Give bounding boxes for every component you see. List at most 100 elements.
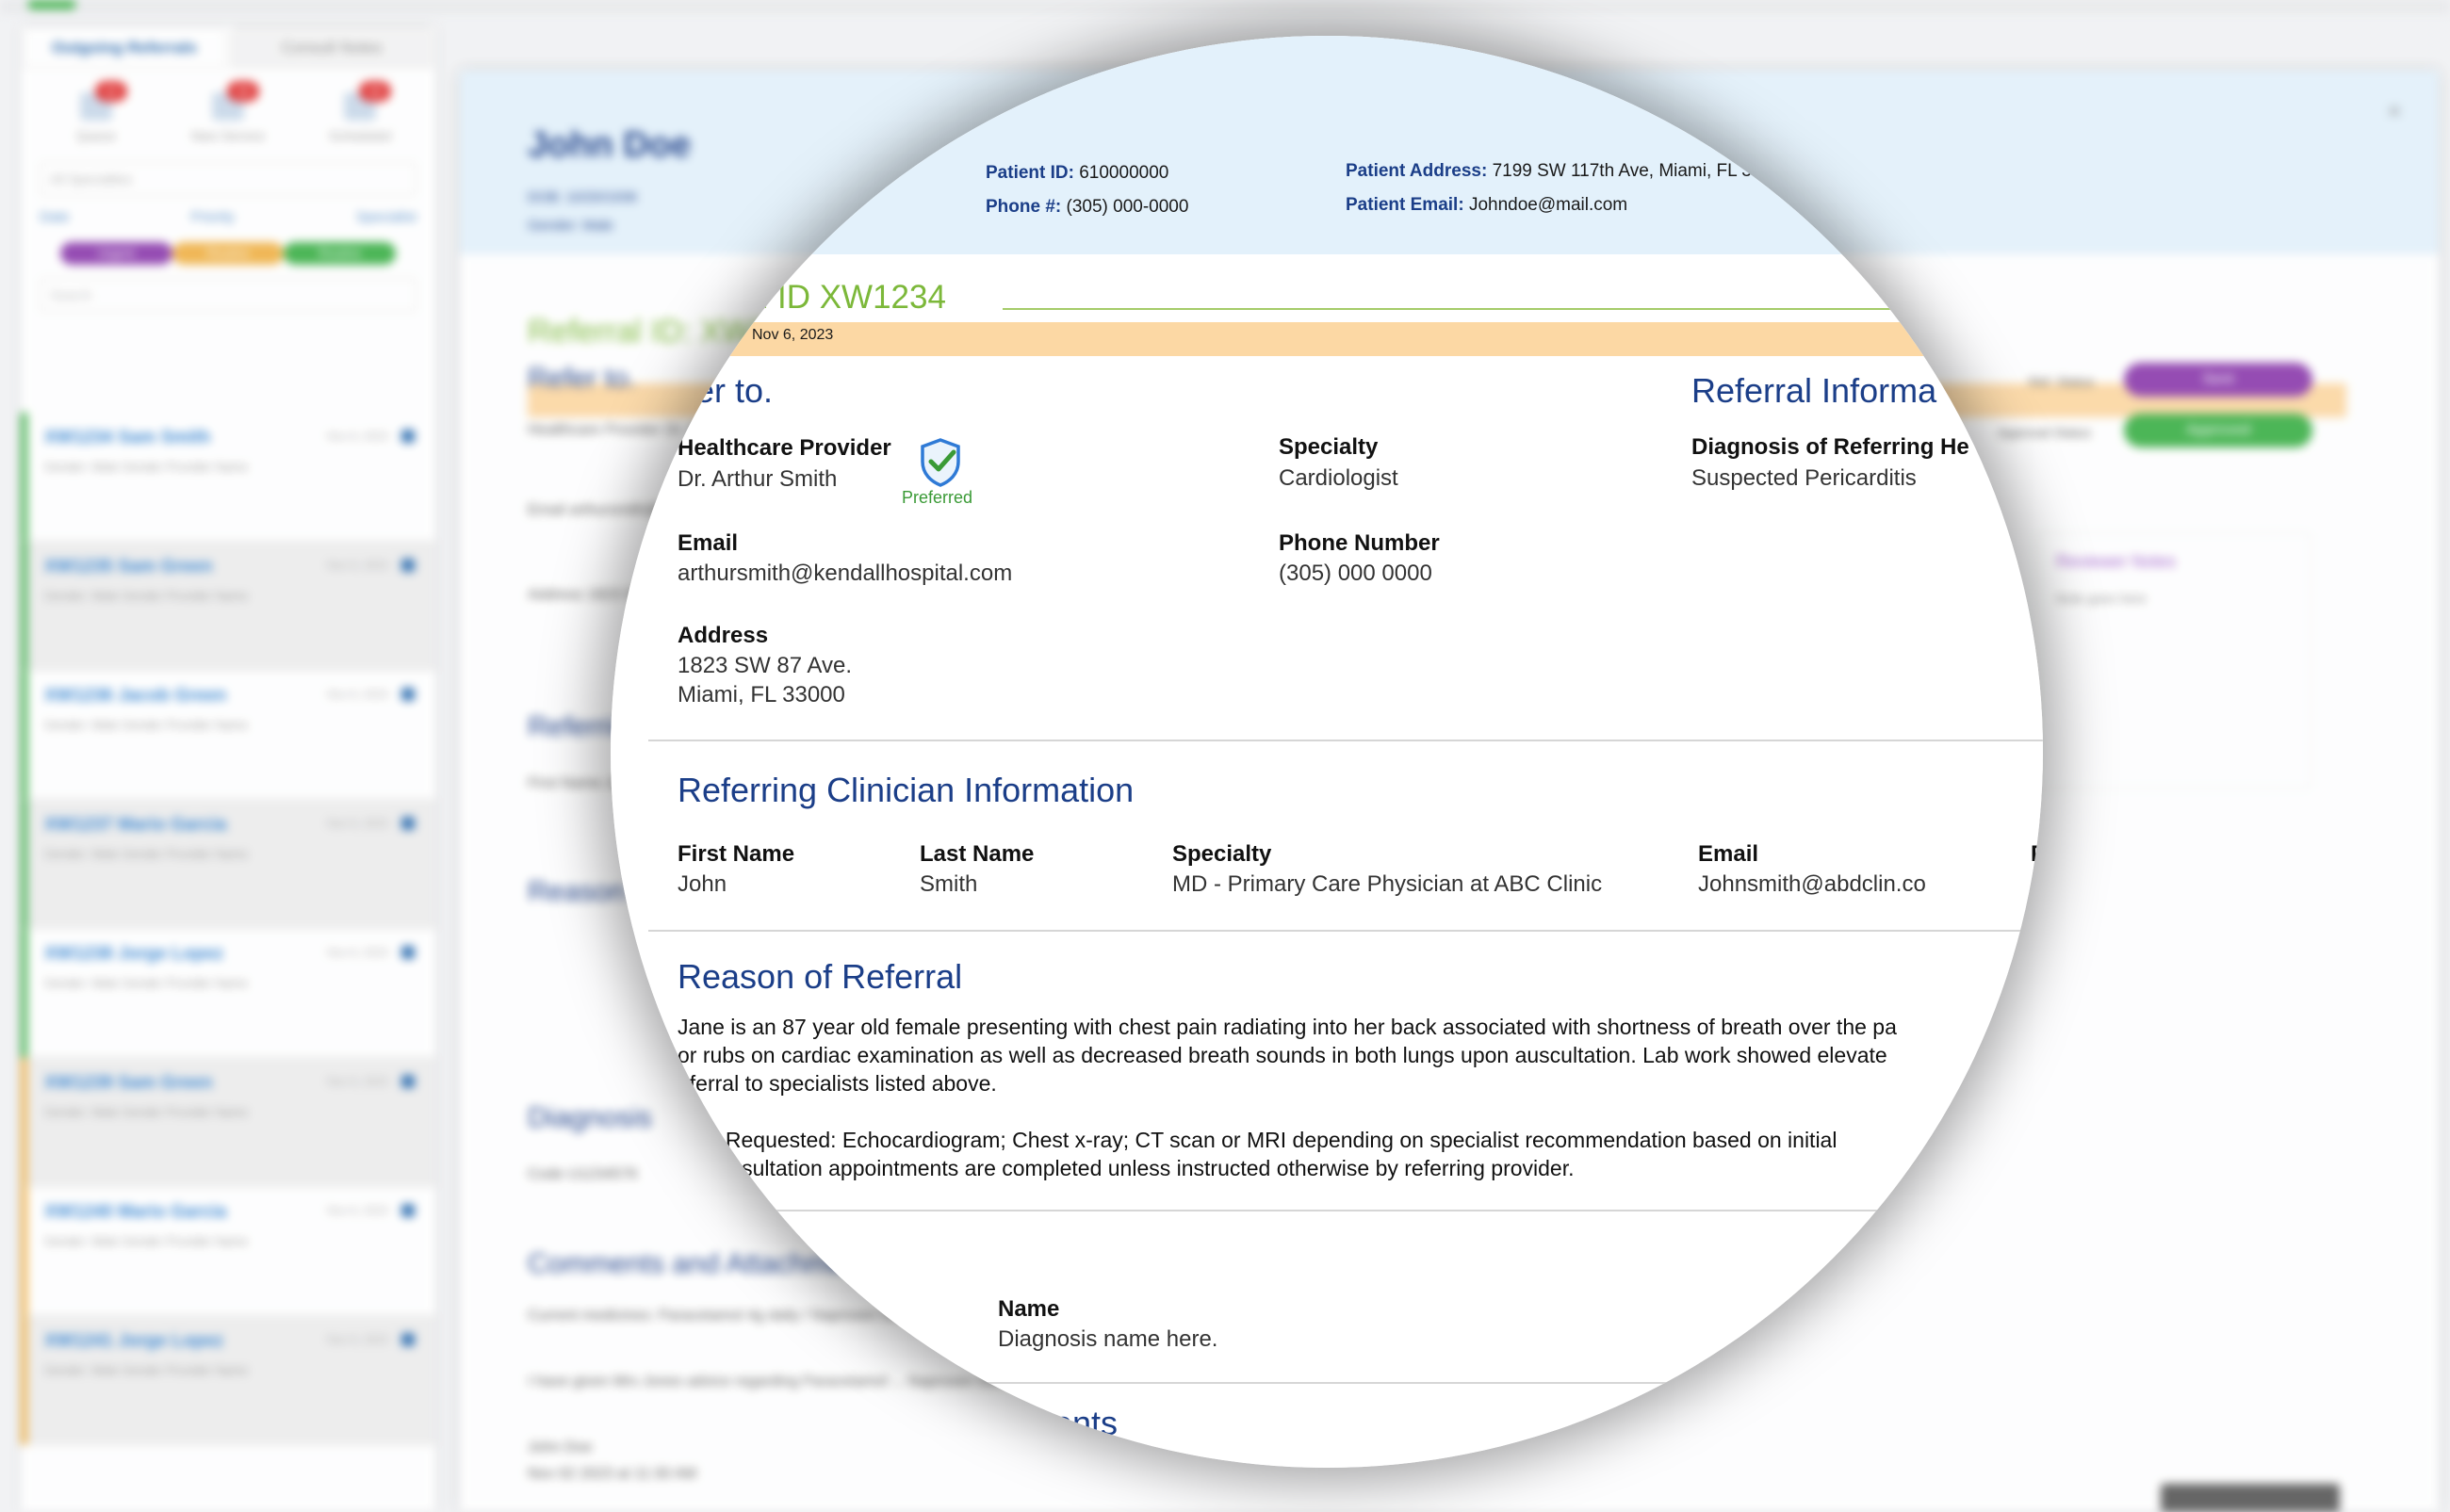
section-divider <box>648 1382 2043 1384</box>
pin-icon[interactable] <box>401 430 415 443</box>
diagnosis-of-referring-value: Suspected Pericarditis <box>1691 465 1917 491</box>
referral-list-item[interactable]: XW1239 Sam Green Gender: Male Gender Pro… <box>21 1058 435 1187</box>
top-strip <box>0 0 2450 13</box>
first-name-label: First Name <box>678 841 795 867</box>
referral-list-item[interactable]: XW1234 Sam Smith Gender: Male Gender Pro… <box>21 413 435 542</box>
refer-to-heading: efer to. <box>667 371 774 410</box>
referral-list-item[interactable]: XW1236 Jacob Green Gender: Male Gender P… <box>21 671 435 800</box>
first-name-value: John <box>678 871 727 897</box>
referral-list: XW1234 Sam Smith Gender: Male Gender Pro… <box>21 413 435 1445</box>
patient-id-label: Patient ID: <box>986 163 1074 183</box>
specialty-label: Specialty <box>1279 434 1379 460</box>
close-icon[interactable]: × <box>2388 99 2401 125</box>
chip-routine-green[interactable]: Routine <box>284 242 397 265</box>
patient-email-label: Patient Email: <box>1346 195 1464 215</box>
sort-filters: Date Priority Specialist <box>40 209 416 225</box>
reason-text-line: consultation appointments are completed … <box>707 1156 1575 1180</box>
reason-text-line: Jane is an 87 year old female presenting… <box>678 1015 1897 1039</box>
pin-icon[interactable] <box>401 946 415 959</box>
preferred-label: Preferred <box>902 488 973 507</box>
clinician-specialty-label: Specialty <box>1172 841 1272 867</box>
healthcare-provider-label: Healthcare Provider <box>678 435 891 461</box>
category-new-service[interactable]: 10 New Service <box>186 81 270 143</box>
referral-date: Nov 6, 2023 <box>327 688 388 701</box>
filter-priority[interactable]: Priority <box>190 209 235 225</box>
phone-label: Phone #: <box>986 197 1062 217</box>
patient-info-header <box>611 36 2043 254</box>
referral-date: Nov 6, 2023 <box>327 946 388 959</box>
clinician-heading: Referring Clinician Information <box>678 771 1135 809</box>
address-label: Address <box>678 623 769 648</box>
section-divider <box>648 930 2043 932</box>
chip-routine-orange[interactable]: Routine <box>172 242 285 265</box>
category-badge: 10 <box>227 81 259 102</box>
patient-address-value: 7199 SW 117th Ave, Miami, FL 33 <box>1492 161 1762 181</box>
referral-list-item[interactable]: XW1237 Mario Garcia Gender: Male Gender … <box>21 800 435 929</box>
clinician-phone-label: P <box>2031 841 2043 867</box>
sidebar-tabs: Outgoing Referrals Consult Notes <box>21 26 435 68</box>
pin-icon[interactable] <box>401 817 415 830</box>
preferred-shield-icon <box>921 438 960 487</box>
referral-date: Nov 6, 2023 <box>327 1204 388 1217</box>
pin-icon[interactable] <box>401 559 415 572</box>
address-line-2: Miami, FL 33000 <box>678 682 845 707</box>
blur-line: John Doe <box>528 1439 593 1455</box>
reviewer-notes-box: Reviewer Notes Note goes here <box>2036 532 2311 789</box>
referral-meta: Gender: Male Gender Provider Name <box>44 847 249 861</box>
tab-consult-notes[interactable]: Consult Notes <box>231 26 433 68</box>
bottom-action-button[interactable] <box>2161 1484 2340 1512</box>
filter-specialist[interactable]: Specialist <box>356 209 416 225</box>
approval-status-pill[interactable]: Approved <box>2124 414 2312 447</box>
clinician-email-value: Johnsmith@abdclin.co <box>1698 871 1926 897</box>
specialty-value: Cardiologist <box>1279 465 1398 491</box>
pin-icon[interactable] <box>401 1075 415 1088</box>
patient-id-value: 610000000 <box>1079 163 1169 183</box>
specialty-select[interactable]: All Specialties <box>40 162 416 196</box>
referral-meta: Gender: Male Gender Provider Name <box>44 1234 249 1248</box>
diagnosis-of-referring-label: Diagnosis of Referring He <box>1691 434 1969 460</box>
phone-row: Phone #: (305) 000-0000 <box>986 197 1188 218</box>
pin-icon[interactable] <box>401 688 415 701</box>
category-scheduled[interactable]: 23 Scheduled <box>318 81 402 143</box>
patient-email-row: Patient Email: Johndoe@mail.com <box>1346 195 1627 216</box>
phone-value: (305) 000-0000 <box>1066 197 1189 217</box>
referral-id-title: al ID XW1234 <box>743 279 946 316</box>
diagnosis-name-label: Name <box>998 1296 1060 1322</box>
tab-outgoing-referrals[interactable]: Outgoing Referrals <box>24 26 225 68</box>
reason-text-line: s Requested: Echocardiogram; Chest x-ray… <box>709 1128 1838 1152</box>
referral-list-item[interactable]: XW1241 Jorge Lopez Gender: Male Gender P… <box>21 1316 435 1445</box>
filter-date[interactable]: Date <box>40 209 70 225</box>
magnifier-lens: Patient ID: 610000000 Phone #: (305) 000… <box>611 36 2043 1468</box>
patient-address-row: Patient Address: 7199 SW 117th Ave, Miam… <box>1346 161 1761 182</box>
referrals-sidebar: Outgoing Referrals Consult Notes 12 Queu… <box>21 26 435 1512</box>
referral-meta: Gender: Male Gender Provider Name <box>44 589 249 603</box>
category-label: Queue <box>75 128 117 143</box>
pin-icon[interactable] <box>401 1333 415 1346</box>
referral-list-item[interactable]: XW1238 Jorge Lopez Gender: Male Gender P… <box>21 929 435 1058</box>
last-name-value: Smith <box>920 871 978 897</box>
phone-number-value: (305) 000 0000 <box>1279 561 1432 586</box>
referral-list-item[interactable]: XW1240 Mario Garcia Gender: Male Gender … <box>21 1187 435 1316</box>
referral-date: Nov 6, 2023 <box>752 327 834 343</box>
magnified-referral-details: Patient ID: 610000000 Phone #: (305) 000… <box>611 36 2043 1468</box>
referral-date: Nov 6, 2023 <box>327 817 388 830</box>
phone-number-label: Phone Number <box>1279 530 1440 556</box>
category-queue[interactable]: 12 Queue <box>54 81 139 143</box>
section-divider <box>648 1210 2043 1211</box>
reviewer-notes-title: Reviewer Notes <box>2056 552 2177 571</box>
referral-list-item[interactable]: XW1235 Sam Green Gender: Male Gender Pro… <box>21 542 435 671</box>
email-value: arthursmith@kendallhospital.com <box>678 561 1013 586</box>
email-label: Email <box>678 530 739 556</box>
reviewer-notes-text: Note goes here <box>2056 591 2147 606</box>
last-name-label: Last Name <box>920 841 1035 867</box>
chip-urgent[interactable]: Urgent <box>60 242 172 265</box>
sidebar-search-input[interactable]: Search <box>40 278 416 312</box>
category-badge: 12 <box>95 81 127 102</box>
pin-icon[interactable] <box>401 1204 415 1217</box>
category-label: Scheduled <box>328 128 392 143</box>
ref-status-pill[interactable]: Sent <box>2124 363 2312 397</box>
referral-meta: Gender: Male Gender Provider Name <box>44 460 249 474</box>
category-badge: 23 <box>359 81 391 102</box>
referral-meta: Gender: Male Gender Provider Name <box>44 976 249 990</box>
patient-address-label: Patient Address: <box>1346 161 1488 181</box>
